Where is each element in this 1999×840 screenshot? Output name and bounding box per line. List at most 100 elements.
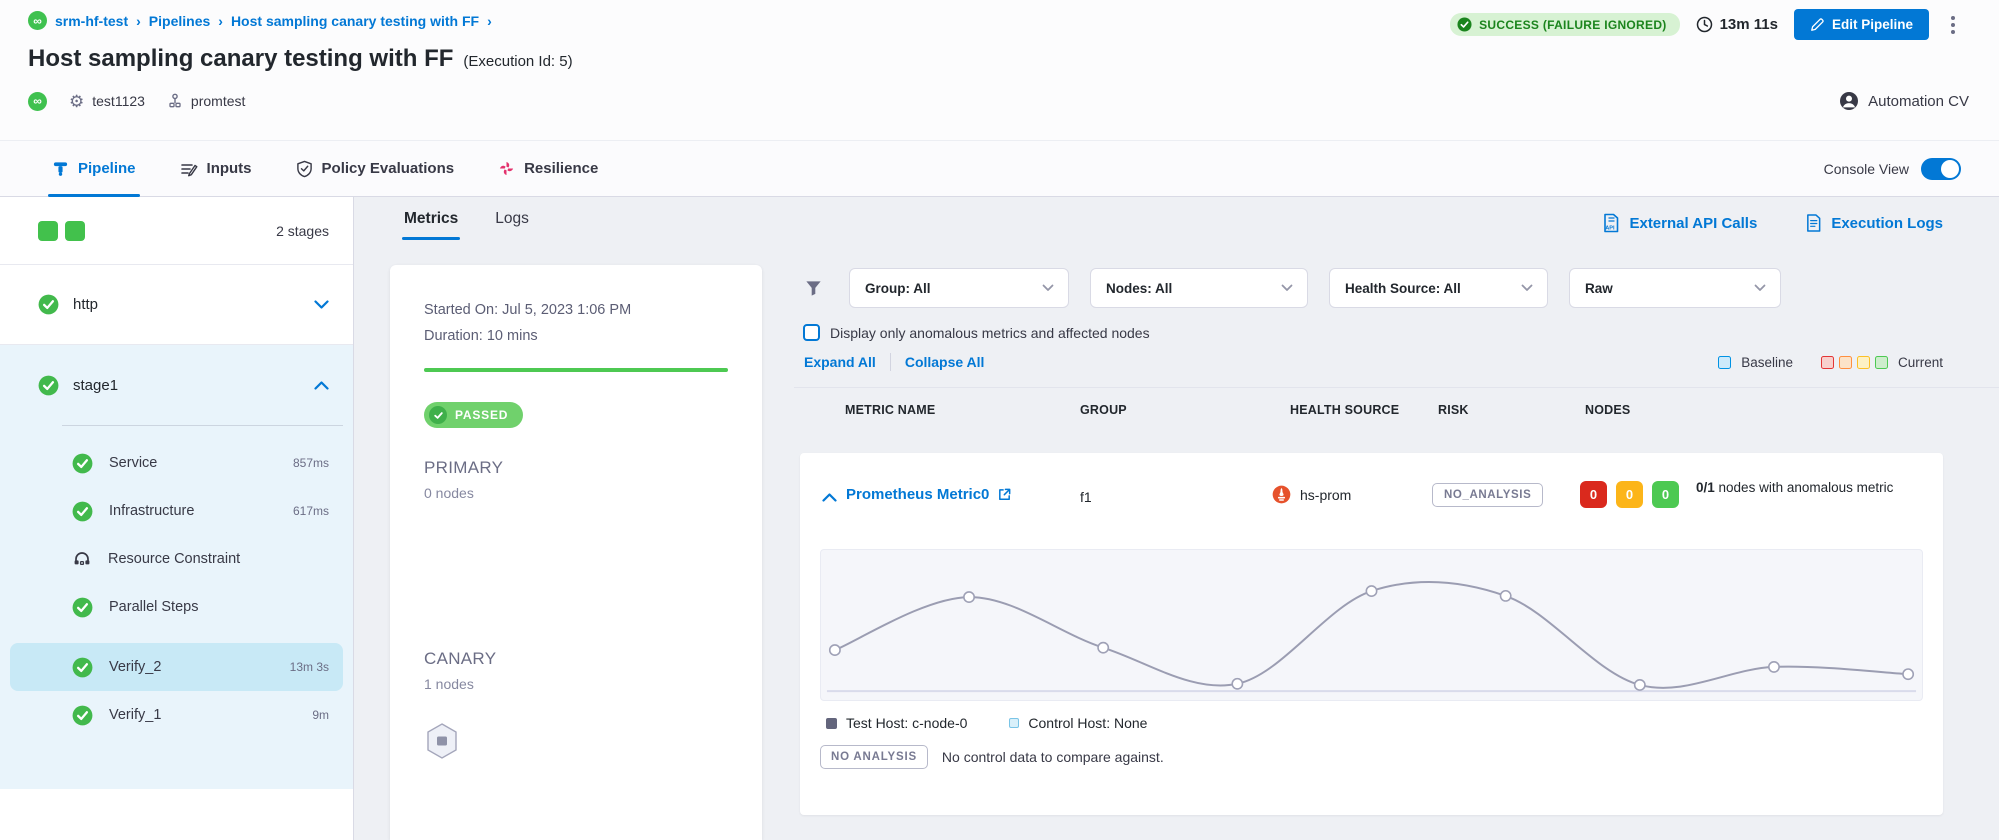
tab-resilience-label: Resilience [524, 160, 598, 177]
health-source-ref[interactable]: promtest [167, 93, 245, 109]
triggered-by: Automation CV [1839, 91, 1969, 111]
no-analysis-row: NO ANALYSIS No control data to compare a… [820, 745, 1164, 769]
sidebar-step-infrastructure[interactable]: Infrastructure 617ms [0, 487, 353, 535]
verification-status: ∞ [28, 92, 47, 111]
started-on: Started On: Jul 5, 2023 1:06 PM [424, 302, 728, 318]
console-view-toggle[interactable] [1921, 158, 1961, 180]
meta-row: ∞ ⚙ test1123 promtest [28, 91, 1969, 111]
sidebar-step-resource-constraint[interactable]: Resource Constraint [0, 535, 353, 583]
more-options-button[interactable] [1945, 12, 1961, 38]
breadcrumb-project[interactable]: srm-hf-test [55, 13, 128, 29]
success-check-icon [72, 597, 93, 618]
user-name: Automation CV [1868, 93, 1969, 110]
chevron-down-icon [1754, 284, 1766, 292]
metrics-table-header: METRIC NAME GROUP HEALTH SOURCE RISK NOD… [794, 403, 1999, 423]
group-filter-value: Group: All [865, 281, 931, 296]
sidebar-step-parallel-steps[interactable]: Parallel Steps [0, 583, 353, 631]
nodes-filter-value: Nodes: All [1106, 281, 1172, 296]
stages-summary-row: 2 stages [0, 197, 353, 265]
healthy-count-badge: 0 [1652, 481, 1679, 508]
execution-logs-label: Execution Logs [1831, 215, 1943, 232]
filter-icon [804, 279, 823, 298]
sidebar-step-service[interactable]: Service 857ms [0, 439, 353, 487]
elapsed-time: 13m 11s [1696, 16, 1778, 33]
col-group: GROUP [1080, 403, 1127, 417]
step-duration: 857ms [293, 456, 329, 470]
harness-logo-icon: ∞ [28, 11, 47, 30]
step-label: Verify_2 [109, 659, 161, 675]
metrics-content: API External API Calls Execution Logs [794, 197, 1999, 840]
nodes-filter-dropdown[interactable]: Nodes: All [1090, 268, 1308, 308]
external-api-calls-link[interactable]: API External API Calls [1602, 213, 1757, 233]
anomalous-only-checkbox[interactable] [803, 324, 820, 341]
chevron-down-icon [1281, 284, 1293, 292]
page-title: Host sampling canary testing with FF [28, 45, 453, 73]
nodes-ratio: 0/1 [1696, 480, 1715, 495]
current-yellow-swatch [1857, 356, 1870, 369]
breadcrumb-pipeline-name[interactable]: Host sampling canary testing with FF [231, 13, 479, 29]
nodes-summary: 0/1 nodes with anomalous metric [1696, 478, 1926, 498]
expand-all-link[interactable]: Expand All [804, 354, 876, 370]
sidebar-stage-http[interactable]: http [0, 265, 353, 345]
health-source-filter-value: Health Source: All [1345, 281, 1461, 296]
current-legend-label: Current [1898, 355, 1943, 370]
current-green-swatch [1875, 356, 1888, 369]
step-label: Resource Constraint [108, 551, 240, 567]
success-check-icon [72, 501, 93, 522]
sidebar-step-verify-2[interactable]: Verify_2 13m 3s [10, 643, 343, 691]
collapse-all-link[interactable]: Collapse All [905, 354, 985, 370]
tab-logs[interactable]: Logs [495, 210, 529, 240]
health-source-filter-dropdown[interactable]: Health Source: All [1329, 268, 1548, 308]
risk-badge: NO_ANALYSIS [1432, 483, 1543, 507]
group-filter-dropdown[interactable]: Group: All [849, 268, 1069, 308]
avatar-icon [1839, 91, 1859, 111]
svg-text:API: API [1606, 226, 1616, 232]
current-red-swatch [1821, 356, 1834, 369]
sidebar-stage-stage1[interactable]: stage1 [0, 345, 353, 425]
breadcrumb-pipelines[interactable]: Pipelines [149, 13, 210, 29]
monitored-service[interactable]: ⚙ test1123 [69, 93, 145, 110]
chevron-down-icon [314, 300, 329, 309]
anomalous-only-label: Display only anomalous metrics and affec… [830, 325, 1150, 341]
col-risk: RISK [1438, 403, 1469, 417]
sidebar-step-verify-1[interactable]: Verify_1 9m [0, 691, 353, 739]
view-mode-dropdown[interactable]: Raw [1569, 268, 1781, 308]
tab-policy-evaluations[interactable]: Policy Evaluations [296, 141, 455, 196]
tab-pipeline[interactable]: Pipeline [52, 141, 136, 196]
control-host-legend: Control Host: None [1009, 715, 1147, 731]
external-link-icon [997, 487, 1012, 502]
gear-icon: ⚙ [69, 93, 84, 110]
environment-name: promtest [191, 93, 245, 109]
breadcrumb: ∞ srm-hf-test › Pipelines › Host samplin… [28, 11, 492, 30]
step-label: Parallel Steps [109, 599, 198, 615]
stage-status-square [38, 221, 58, 241]
host-legend: Test Host: c-node-0 Control Host: None [826, 715, 1147, 731]
duration: Duration: 10 mins [424, 328, 728, 344]
shield-check-icon [296, 160, 313, 178]
prometheus-icon [1272, 485, 1291, 504]
canary-node-hexagon[interactable] [424, 722, 728, 760]
tab-inputs-label: Inputs [207, 160, 252, 177]
pencil-icon [1810, 18, 1824, 32]
step-duration: 13m 3s [290, 660, 329, 674]
stage-count: 2 stages [276, 223, 329, 239]
breadcrumb-separator: › [136, 13, 141, 29]
tab-resilience[interactable]: Resilience [498, 141, 598, 196]
tab-metrics[interactable]: Metrics [404, 210, 458, 240]
col-nodes: NODES [1585, 403, 1630, 417]
collapse-metric-chevron-icon[interactable] [822, 493, 837, 502]
delegate-icon [167, 93, 183, 109]
step-label: Service [109, 455, 157, 471]
check-icon [429, 406, 447, 424]
console-view-label: Console View [1824, 161, 1909, 177]
elapsed-time-value: 13m 11s [1720, 16, 1778, 33]
execution-logs-link[interactable]: Execution Logs [1805, 213, 1943, 233]
test-host-label: Test Host: c-node-0 [846, 715, 967, 731]
edit-pipeline-button[interactable]: Edit Pipeline [1794, 9, 1929, 40]
execution-id: (Execution Id: 5) [463, 53, 572, 70]
step-label: Verify_1 [109, 707, 161, 723]
tab-inputs[interactable]: Inputs [180, 141, 252, 196]
metric-name-link[interactable]: Prometheus Metric0 [846, 486, 1012, 503]
breadcrumb-separator: › [487, 13, 492, 29]
no-analysis-message: No control data to compare against. [942, 749, 1164, 765]
